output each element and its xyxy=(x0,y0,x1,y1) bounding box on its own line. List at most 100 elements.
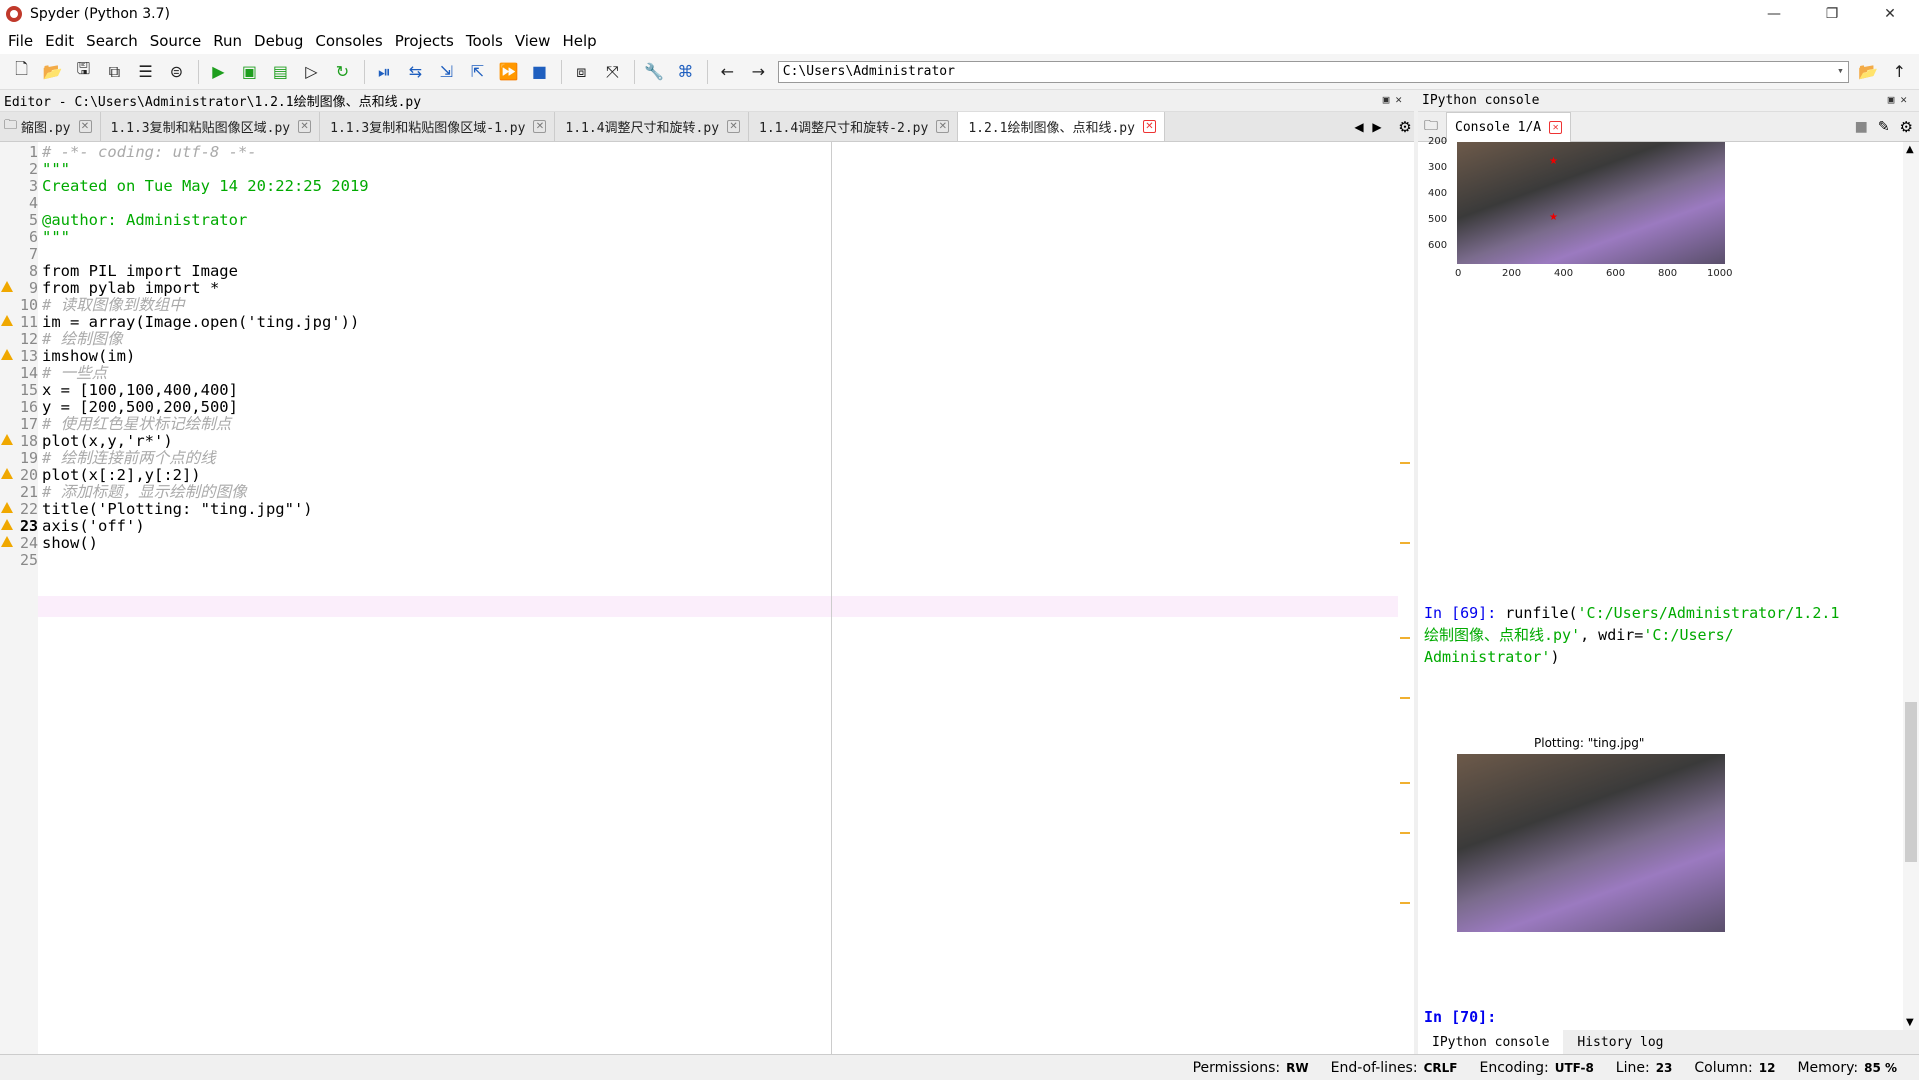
input-prompt: In [69]: xyxy=(1424,604,1497,622)
close-button[interactable]: ✕ xyxy=(1861,0,1919,28)
warning-icon[interactable] xyxy=(1,434,13,445)
open-file-icon[interactable]: 📂 xyxy=(41,60,64,84)
warning-icon[interactable] xyxy=(1,502,13,513)
step-icon[interactable]: ⇆ xyxy=(404,60,427,84)
debug-icon[interactable]: ⏯ xyxy=(373,60,396,84)
spyder-logo-icon xyxy=(6,6,22,22)
step-into-icon[interactable]: ⇲ xyxy=(435,60,458,84)
close-tab-icon[interactable]: ✕ xyxy=(936,120,950,133)
tab-label: 1.2.1绘制图像、点和线.py xyxy=(968,121,1135,136)
tab-history-log[interactable]: History log xyxy=(1563,1030,1677,1054)
editor-tab[interactable]: 1.1.3复制和粘贴图像区域.py ✕ xyxy=(101,112,321,141)
tab-ipython-console[interactable]: IPython console xyxy=(1418,1030,1564,1054)
stop-debug-icon[interactable]: ■ xyxy=(528,60,551,84)
menu-help[interactable]: Help xyxy=(562,32,596,50)
warning-flag-marker xyxy=(1400,542,1410,544)
menu-run[interactable]: Run xyxy=(213,32,242,50)
clear-console-icon[interactable]: ✎ xyxy=(1878,119,1890,135)
y-tick-label: 400 xyxy=(1428,188,1448,199)
warning-flag-marker xyxy=(1400,832,1410,834)
editor-tab[interactable]: 1.1.3复制和粘贴图像区域-1.py ✕ xyxy=(320,112,556,141)
code-editor[interactable]: 1 # -*- coding: utf-8 -*- 2 """ 3 Created o… xyxy=(0,142,1414,1054)
list-icon[interactable]: ☰ xyxy=(134,60,157,84)
console-scrollbar[interactable]: ▲ ▼ xyxy=(1903,142,1919,1030)
editor-tab[interactable]: 1.1.4调整尺寸和旋转-2.py ✕ xyxy=(749,112,959,141)
plot-image xyxy=(1457,754,1725,932)
new-file-icon[interactable]: 🗋 xyxy=(10,59,33,84)
fullscreen-icon[interactable]: ⤧ xyxy=(601,60,624,84)
rerun-icon[interactable]: ↻ xyxy=(331,60,354,84)
editor-tab[interactable]: 1.1.4调整尺寸和旋转.py ✕ xyxy=(555,112,750,141)
warning-flag-marker xyxy=(1400,462,1410,464)
stop-kernel-icon[interactable]: ■ xyxy=(1855,119,1868,135)
menu-view[interactable]: View xyxy=(515,32,551,50)
close-tab-icon[interactable]: ✕ xyxy=(78,120,92,133)
pane-controls-icon[interactable]: ▣✕ xyxy=(1383,93,1408,106)
warning-icon[interactable] xyxy=(1,468,13,479)
console-prompt-line[interactable]: In [70]: xyxy=(1424,1006,1496,1028)
back-arrow-icon[interactable]: ← xyxy=(716,60,739,84)
step-return-icon[interactable]: ⇱ xyxy=(466,60,489,84)
close-tab-icon[interactable]: ✕ xyxy=(1549,120,1563,134)
code-line: 25 xyxy=(19,551,38,569)
browse-folder-icon[interactable]: 📂 xyxy=(1857,60,1880,84)
menu-debug[interactable]: Debug xyxy=(254,32,303,50)
gear-icon[interactable]: ⚙ xyxy=(1900,118,1913,136)
run-icon[interactable]: ▶ xyxy=(207,60,230,84)
preferences-wrench-icon[interactable]: 🔧 xyxy=(643,60,666,84)
tab-label: 1.1.3复制和粘贴图像区域.py xyxy=(110,121,291,136)
save-all-icon[interactable]: ⧉ xyxy=(103,60,126,84)
warning-icon[interactable] xyxy=(1,519,13,530)
editor-pane-header: Editor - C:\Users\Administrator\1.2.1绘制图… xyxy=(0,90,1414,112)
browse-tabs-icon[interactable]: ⊜ xyxy=(165,60,188,84)
menu-tools[interactable]: Tools xyxy=(466,32,503,50)
warning-icon[interactable] xyxy=(1,349,13,360)
python-path-icon[interactable]: ⌘ xyxy=(674,60,697,84)
console-input-line: In [69]: runfile('C:/Users/Administrator… xyxy=(1424,604,1840,622)
forward-arrow-icon[interactable]: → xyxy=(747,60,770,84)
ipython-console[interactable]: 200 300 400 500 600 0 200 400 600 800 10… xyxy=(1418,136,1919,1030)
menu-projects[interactable]: Projects xyxy=(395,32,454,50)
close-tab-icon[interactable]: ✕ xyxy=(298,120,312,133)
close-tab-icon[interactable]: ✕ xyxy=(533,120,547,133)
close-tab-icon[interactable]: ✕ xyxy=(1142,120,1156,133)
scroll-up-icon[interactable]: ▲ xyxy=(1906,144,1914,155)
warning-icon[interactable] xyxy=(1,315,13,326)
maximize-pane-icon[interactable]: ⧈ xyxy=(570,60,593,84)
scroll-tabs-left-icon[interactable]: ◀ xyxy=(1350,120,1368,134)
toolbar-separator xyxy=(633,59,635,84)
menu-file[interactable]: File xyxy=(8,32,33,50)
save-file-icon[interactable]: 🖫 xyxy=(72,59,95,84)
folder-icon[interactable]: 🗀 xyxy=(1424,115,1438,139)
working-directory-input[interactable]: C:\Users\Administrator ▾ xyxy=(777,60,1849,83)
minimize-button[interactable]: — xyxy=(1745,0,1803,28)
run-cell-advance-icon[interactable]: ▤ xyxy=(269,60,292,84)
chevron-down-icon[interactable]: ▾ xyxy=(1837,64,1844,77)
status-line: Line: 23 xyxy=(1615,1059,1673,1076)
menu-consoles[interactable]: Consoles xyxy=(315,32,382,50)
scroll-down-icon[interactable]: ▼ xyxy=(1906,1017,1914,1028)
pane-controls-icon[interactable]: ▣✕ xyxy=(1888,93,1913,106)
editor-tab[interactable]: 🗀 鏥图.py ✕ xyxy=(0,112,101,141)
menu-search[interactable]: Search xyxy=(86,32,138,50)
run-cell-icon[interactable]: ▣ xyxy=(238,60,261,84)
editor-tab-active[interactable]: 1.2.1绘制图像、点和线.py ✕ xyxy=(958,112,1165,141)
run-selection-icon[interactable]: ▷ xyxy=(300,60,323,84)
warning-icon[interactable] xyxy=(1,536,13,547)
editor-scrollbar[interactable] xyxy=(1398,142,1414,1054)
menu-source[interactable]: Source xyxy=(150,32,202,50)
current-line-highlight xyxy=(38,596,1398,617)
status-encoding: Encoding: UTF-8 xyxy=(1479,1059,1594,1076)
parent-directory-icon[interactable]: ↑ xyxy=(1888,60,1911,84)
toolbar-separator xyxy=(706,59,708,84)
scrollbar-thumb[interactable] xyxy=(1905,702,1917,862)
maximize-button[interactable]: ❐ xyxy=(1803,0,1861,28)
console-tab-bar: 🗀 Console 1/A ✕ ■ ✎ ⚙ xyxy=(1418,111,1919,142)
warning-icon[interactable] xyxy=(1,281,13,292)
menu-edit[interactable]: Edit xyxy=(45,32,74,50)
scroll-tabs-right-icon[interactable]: ▶ xyxy=(1368,120,1386,134)
console-tab[interactable]: Console 1/A ✕ xyxy=(1446,111,1572,142)
close-tab-icon[interactable]: ✕ xyxy=(727,120,741,133)
gear-icon[interactable]: ⚙ xyxy=(1396,118,1414,136)
continue-icon[interactable]: ⏩ xyxy=(497,60,520,84)
